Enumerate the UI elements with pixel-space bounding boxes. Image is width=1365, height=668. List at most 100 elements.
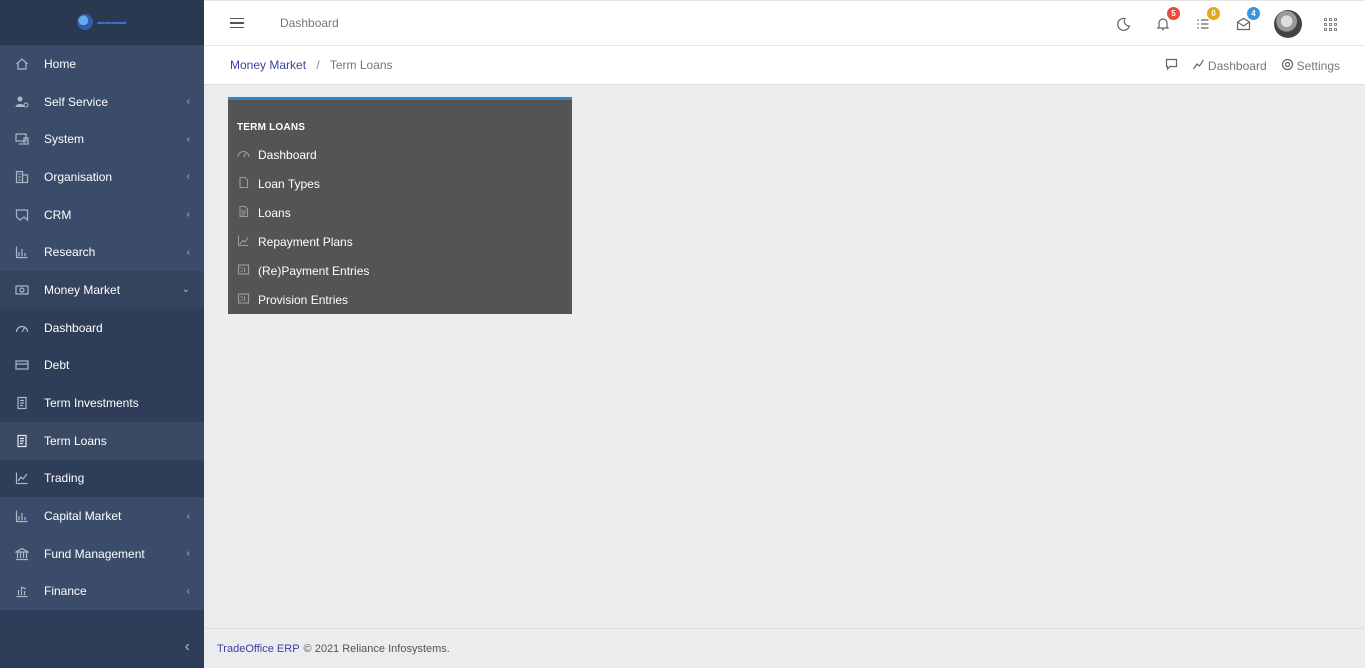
- sidebar-item-fund-management[interactable]: Fund Management ‹: [0, 534, 204, 573]
- panel-item-loans[interactable]: Loans: [228, 198, 572, 227]
- file-icon: [237, 176, 250, 192]
- sidebar-item-system[interactable]: System ‹: [0, 120, 204, 159]
- chevron-left-icon: ‹: [186, 585, 190, 597]
- chevron-left-icon: ‹: [186, 548, 190, 560]
- bank-icon: [15, 547, 29, 561]
- settings-link[interactable]: Settings: [1281, 58, 1340, 74]
- sidebar-item-capital-market[interactable]: Capital Market ‹: [0, 497, 204, 535]
- panel-item-label: Dashboard: [258, 147, 317, 162]
- gauge-icon: [237, 147, 250, 163]
- ledger-icon: [237, 292, 250, 308]
- moon-icon[interactable]: [1114, 15, 1132, 33]
- panel-item-loan-types[interactable]: Loan Types: [228, 169, 572, 198]
- app-logo[interactable]: ▬▬▬▬: [77, 14, 126, 30]
- sidebar-item-research[interactable]: Research ‹: [0, 233, 204, 272]
- sidebar-item-mm-dashboard[interactable]: Dashboard: [0, 308, 204, 347]
- sidebar-item-money-market[interactable]: Money Market ⌄: [0, 271, 204, 309]
- sidebar-item-label: Research: [44, 245, 96, 260]
- logo-mark-icon: [77, 14, 94, 30]
- footer-copyright: © 2021 Reliance Infosystems.: [303, 642, 450, 655]
- home-icon: [15, 57, 29, 71]
- sidebar-item-self-service[interactable]: Self Service ‹: [0, 82, 204, 121]
- sidebar-item-label: Term Loans: [44, 433, 107, 448]
- building-icon: [15, 170, 29, 184]
- avatar[interactable]: [1274, 10, 1302, 38]
- notifications-badge: 5: [1167, 7, 1180, 20]
- panel-menu-list: Dashboard Loan Types Loans Repayment Pla…: [228, 140, 572, 314]
- ledger-icon: [237, 263, 250, 279]
- footer-brand-link[interactable]: TradeOffice ERP: [217, 643, 300, 655]
- chevron-down-icon: ⌄: [181, 284, 190, 296]
- breadcrumb-parent-link[interactable]: Money Market: [230, 58, 306, 72]
- chevron-left-icon: ‹: [186, 246, 190, 258]
- breadcrumb-actions: Dashboard Settings: [1165, 46, 1340, 85]
- bar-chart-icon: [15, 245, 29, 259]
- sidebar-item-finance[interactable]: Finance ‹: [0, 572, 204, 611]
- panel-item-label: Provision Entries: [258, 292, 349, 307]
- chevron-left-icon: ‹: [186, 133, 190, 145]
- sidebar-item-home[interactable]: Home: [0, 45, 204, 83]
- top-header: Dashboard 5 0 4: [204, 0, 1365, 46]
- breadcrumb: Money Market / Term Loans: [230, 58, 393, 72]
- panel-item-repayment-entries[interactable]: (Re)Payment Entries: [228, 256, 572, 285]
- logo-text: ▬▬▬▬: [97, 18, 127, 26]
- document-icon: [237, 205, 250, 221]
- chevron-left-icon: ‹: [186, 171, 190, 183]
- receipt-icon: [15, 434, 29, 448]
- sidebar-item-term-loans[interactable]: Term Loans: [0, 421, 204, 460]
- line-chart-icon: [15, 471, 29, 485]
- chat-button[interactable]: [1165, 58, 1178, 74]
- sidebar-item-label: Organisation: [44, 169, 113, 184]
- sidebar-item-organisation[interactable]: Organisation ‹: [0, 158, 204, 196]
- sidebar-item-label: Money Market: [44, 282, 121, 297]
- sidebar-item-label: Finance: [44, 584, 87, 599]
- breadcrumb-bar: Money Market / Term Loans Dashboard Sett…: [204, 46, 1365, 85]
- sidebar-item-debt[interactable]: Debt: [0, 346, 204, 385]
- sidebar: ▬▬▬▬ Home Self Service ‹ System ‹ Organi…: [0, 0, 204, 668]
- sidebar-item-label: Home: [44, 56, 77, 71]
- envelope-icon[interactable]: 4: [1234, 7, 1260, 33]
- header-title: Dashboard: [280, 16, 339, 30]
- sidebar-item-label: Fund Management: [44, 546, 145, 561]
- sidebar-nav: Home Self Service ‹ System ‹ Organisatio…: [0, 45, 204, 611]
- settings-link-label: Settings: [1296, 58, 1340, 73]
- sidebar-collapse-icon[interactable]: ‹: [185, 638, 190, 656]
- finance-chart-icon: [15, 584, 29, 598]
- credit-card-icon: [15, 358, 29, 372]
- devices-icon: [15, 132, 29, 146]
- map-icon: [15, 208, 29, 222]
- chat-icon: [1165, 58, 1178, 74]
- trend-icon: [1192, 58, 1205, 74]
- panel-item-provision-entries[interactable]: Provision Entries: [228, 285, 572, 314]
- dashboard-link[interactable]: Dashboard: [1192, 58, 1267, 74]
- hamburger-menu-icon[interactable]: [230, 15, 244, 32]
- chevron-left-icon: ‹: [186, 510, 190, 522]
- money-icon: [15, 283, 29, 297]
- line-chart-icon: [237, 234, 250, 250]
- gear-icon: [1281, 58, 1294, 74]
- dashboard-link-label: Dashboard: [1207, 58, 1267, 73]
- sidebar-item-term-investments[interactable]: Term Investments: [0, 384, 204, 422]
- chevron-left-icon: ‹: [186, 209, 190, 221]
- logo-bar: ▬▬▬▬: [0, 0, 204, 45]
- bar-chart-icon: [15, 509, 29, 523]
- panel-item-repayment-plans[interactable]: Repayment Plans: [228, 227, 572, 256]
- sidebar-item-label: Self Service: [44, 94, 109, 109]
- sidebar-item-trading[interactable]: Trading: [0, 459, 204, 498]
- footer: TradeOffice ERP © 2021 Reliance Infosyst…: [204, 628, 1365, 668]
- sidebar-item-label: Term Investments: [44, 396, 139, 411]
- panel-item-dashboard[interactable]: Dashboard: [228, 140, 572, 169]
- sidebar-item-label: Capital Market: [44, 509, 122, 524]
- panel-item-label: Loan Types: [258, 176, 320, 191]
- panel-item-label: (Re)Payment Entries: [258, 263, 370, 278]
- header-actions: 5 0 4: [1114, 1, 1337, 47]
- chevron-left-icon: ‹: [186, 96, 190, 108]
- receipt-icon: [15, 396, 29, 410]
- sidebar-item-label: Debt: [44, 358, 70, 373]
- messages-badge: 4: [1247, 7, 1260, 20]
- sidebar-item-crm[interactable]: CRM ‹: [0, 195, 204, 234]
- apps-grid-icon[interactable]: [1324, 17, 1337, 31]
- term-loans-menu-panel: TERM LOANS Dashboard Loan Types Loans Re…: [228, 97, 572, 314]
- bell-icon[interactable]: 5: [1154, 7, 1180, 33]
- tasks-list-icon[interactable]: 0: [1194, 7, 1220, 33]
